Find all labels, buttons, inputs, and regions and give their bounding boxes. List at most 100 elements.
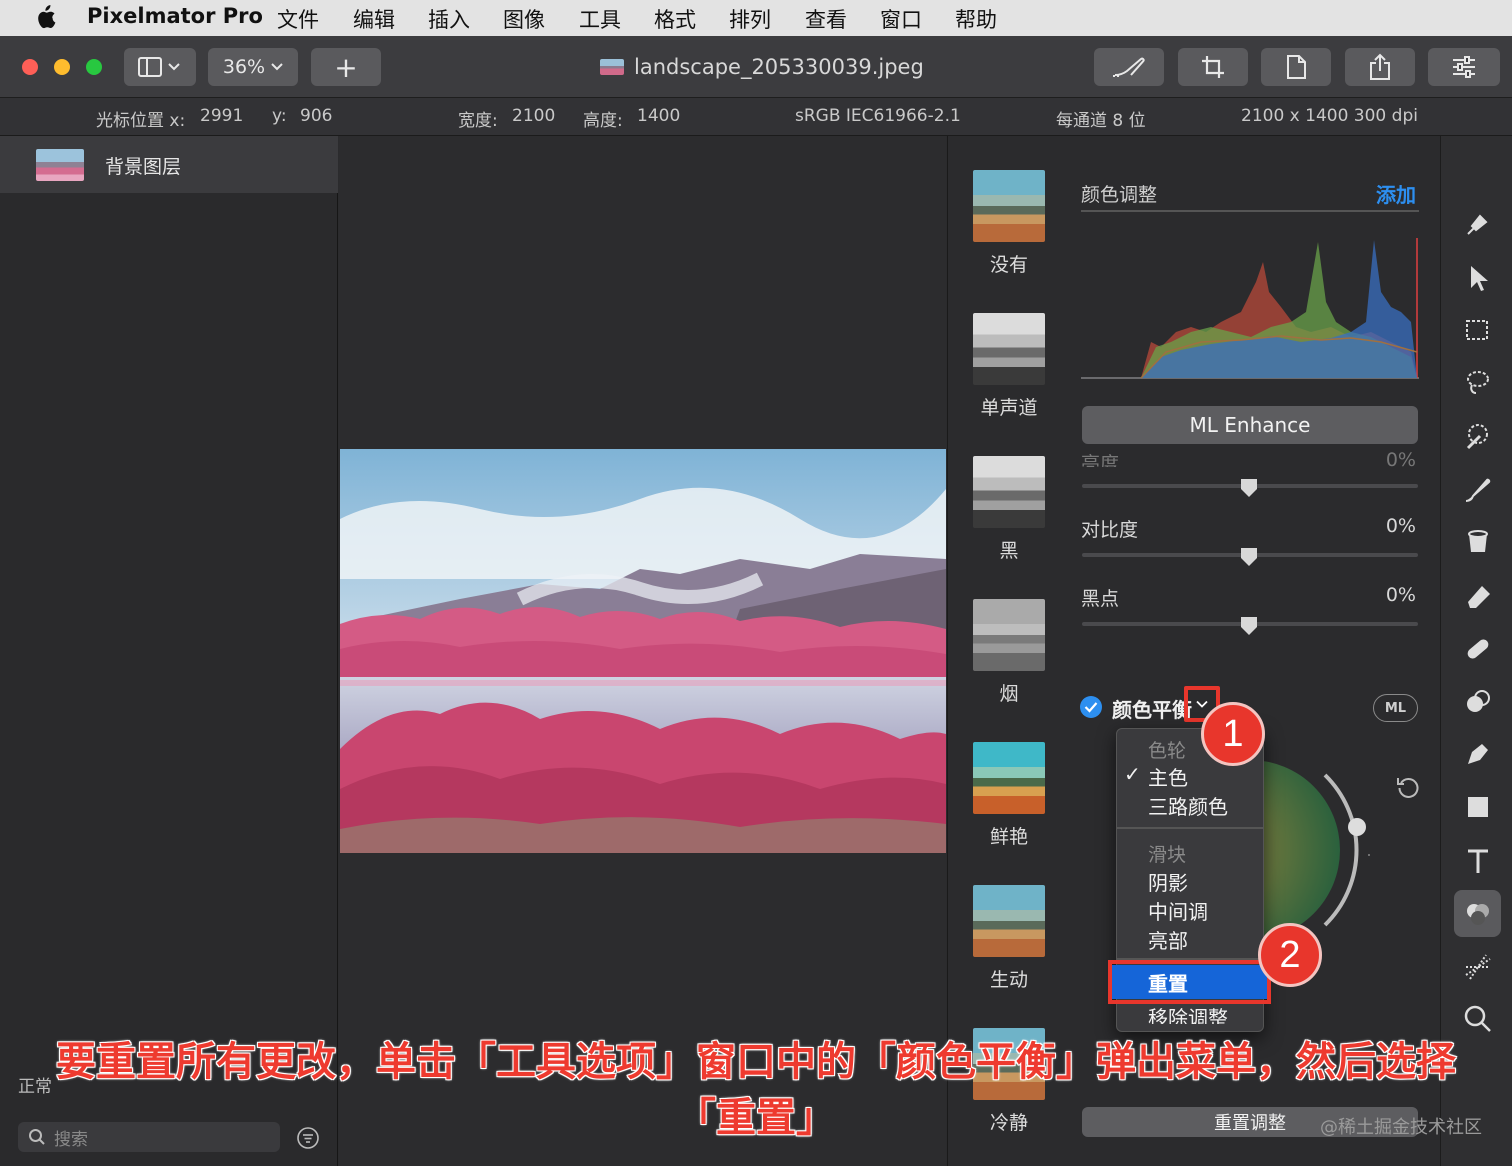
height-label: 高度:: [583, 111, 623, 131]
menu-item-remove-adjustment[interactable]: 移除调整: [1148, 1002, 1228, 1024]
preset-thumbnail[interactable]: [973, 599, 1045, 671]
color-balance-label: 颜色平衡: [1112, 698, 1192, 722]
paint-icon[interactable]: [1462, 208, 1494, 240]
preset-label: 没有: [989, 254, 1028, 276]
menu-tools[interactable]: 工具: [579, 4, 621, 34]
divider: [1081, 210, 1419, 212]
pen-icon[interactable]: [1462, 738, 1494, 770]
histogram: [1081, 238, 1419, 379]
black-point-label: 黑点: [1081, 588, 1120, 610]
menu-item-midtones[interactable]: 中间调: [1148, 896, 1208, 925]
magic-wand-icon[interactable]: [1462, 420, 1494, 452]
layers-sidebar: [0, 136, 338, 1166]
contrast-value: 0%: [1385, 515, 1416, 537]
menu-view[interactable]: 查看: [805, 4, 847, 34]
black-point-slider-knob[interactable]: [1240, 616, 1258, 636]
preset-thumbnail[interactable]: [973, 456, 1045, 528]
export-format-button[interactable]: [1261, 48, 1331, 86]
minimize-window-button[interactable]: [54, 59, 70, 75]
ml-enhance-button[interactable]: ML Enhance: [1082, 406, 1418, 444]
chevron-down-icon: [1196, 700, 1208, 708]
brush-icon[interactable]: [1462, 473, 1494, 505]
reset-rotate-icon[interactable]: [1396, 775, 1420, 799]
rect-select-icon[interactable]: [1462, 315, 1494, 347]
color-balance-checkbox[interactable]: [1080, 696, 1102, 718]
zoom-icon[interactable]: [1462, 1003, 1494, 1035]
clone-icon[interactable]: [1462, 686, 1494, 718]
menu-format[interactable]: 格式: [654, 4, 696, 34]
lasso-icon[interactable]: [1462, 367, 1494, 399]
document-thumbnail: [600, 59, 624, 75]
menu-insert[interactable]: 插入: [428, 4, 470, 34]
preset-thumbnail[interactable]: [973, 742, 1045, 814]
preset-thumbnail[interactable]: [973, 170, 1045, 242]
width-label: 宽度:: [458, 111, 498, 131]
menu-window[interactable]: 窗口: [880, 4, 922, 34]
reset-highlight-box: [1108, 960, 1271, 1004]
effects-icon[interactable]: [1462, 951, 1494, 983]
cursor-x-value: 2991: [200, 106, 244, 126]
menu-image[interactable]: 图像: [503, 4, 545, 34]
contrast-slider-knob[interactable]: [1240, 547, 1258, 567]
step-badge-2: 2: [1258, 923, 1322, 987]
cursor-y-value: 906: [300, 106, 333, 126]
brightness-value: 0%: [1385, 449, 1416, 467]
eraser-icon[interactable]: [1462, 580, 1494, 612]
menu-help[interactable]: 帮助: [955, 4, 997, 34]
arrow-icon[interactable]: [1462, 262, 1494, 294]
info-bar: 光标位置 x: 2991 y: 906 宽度: 2100 高度: 1400 sR…: [0, 98, 1512, 136]
step-badge-1: 1: [1201, 702, 1265, 766]
close-window-button[interactable]: [22, 59, 38, 75]
preset-thumbnail[interactable]: [973, 885, 1045, 957]
zoom-value: 36%: [222, 56, 266, 78]
ml-color-balance-button[interactable]: ML: [1373, 694, 1418, 722]
sliders-icon: [1453, 56, 1475, 78]
layer-thumbnail: [36, 149, 84, 181]
checkmark-icon: ✓: [1124, 762, 1141, 786]
watermark: @稀土掘金技术社区: [1320, 1117, 1482, 1138]
preset-thumbnail[interactable]: [973, 313, 1045, 385]
bucket-icon[interactable]: [1462, 526, 1494, 558]
sidebar-toggle-button[interactable]: [124, 48, 196, 86]
landscape-photo: [340, 449, 946, 853]
bandage-icon[interactable]: [1462, 633, 1494, 665]
preset-label: 单声道: [980, 397, 1038, 419]
menu-item-three-way[interactable]: 三路颜色: [1148, 791, 1228, 820]
preset-label: 生动: [989, 969, 1028, 991]
crop-icon: [1202, 56, 1224, 78]
brightness-label: 亮度: [1081, 453, 1120, 467]
menu-edit[interactable]: 编辑: [353, 4, 395, 34]
color-adjustments-title: 颜色调整: [1081, 184, 1158, 206]
color-profile: sRGB IEC61966-2.1: [795, 106, 961, 126]
menu-header-color-wheels: 色轮: [1148, 740, 1187, 762]
resolution: 2100 x 1400 300 dpi: [1241, 106, 1418, 126]
share-button[interactable]: [1345, 48, 1415, 86]
canvas-image[interactable]: [340, 449, 946, 853]
brightness-slider-knob[interactable]: [1240, 478, 1258, 498]
menu-file[interactable]: 文件: [277, 4, 319, 34]
app-name-menu[interactable]: Pixelmator Pro: [87, 4, 263, 28]
menu-item-highlights[interactable]: 亮部: [1148, 925, 1188, 954]
color-adjust-icon[interactable]: [1462, 898, 1494, 930]
document-filename: landscape_205330039.jpeg: [634, 55, 924, 79]
black-point-value: 0%: [1385, 584, 1416, 606]
chevron-down-icon: [271, 63, 283, 71]
menu-item-primary[interactable]: 主色: [1148, 762, 1188, 791]
text-icon[interactable]: [1462, 845, 1494, 877]
menu-item-shadows[interactable]: 阴影: [1148, 867, 1188, 896]
add-button[interactable]: +: [311, 48, 381, 86]
add-adjustment-button[interactable]: 添加: [1376, 179, 1416, 208]
brush-stroke-icon: [1113, 57, 1145, 77]
preset-label: 鲜艳: [989, 826, 1028, 848]
preset-label: 黑: [999, 540, 1019, 562]
apple-icon[interactable]: [34, 5, 56, 29]
tool-options-button[interactable]: [1428, 48, 1500, 86]
retouch-tool-button[interactable]: [1094, 48, 1164, 86]
crop-button[interactable]: [1178, 48, 1248, 86]
tutorial-caption: 要重置所有更改，单击「工具选项」窗口中的「颜色平衡」弹出菜单，然后选择「重置」: [55, 1038, 1457, 1142]
zoom-dropdown[interactable]: 36%: [208, 48, 298, 86]
zoom-window-button[interactable]: [86, 59, 102, 75]
menu-arrange[interactable]: 排列: [729, 4, 771, 34]
shape-icon[interactable]: [1462, 791, 1494, 823]
layer-name: 背景图层: [105, 156, 182, 178]
